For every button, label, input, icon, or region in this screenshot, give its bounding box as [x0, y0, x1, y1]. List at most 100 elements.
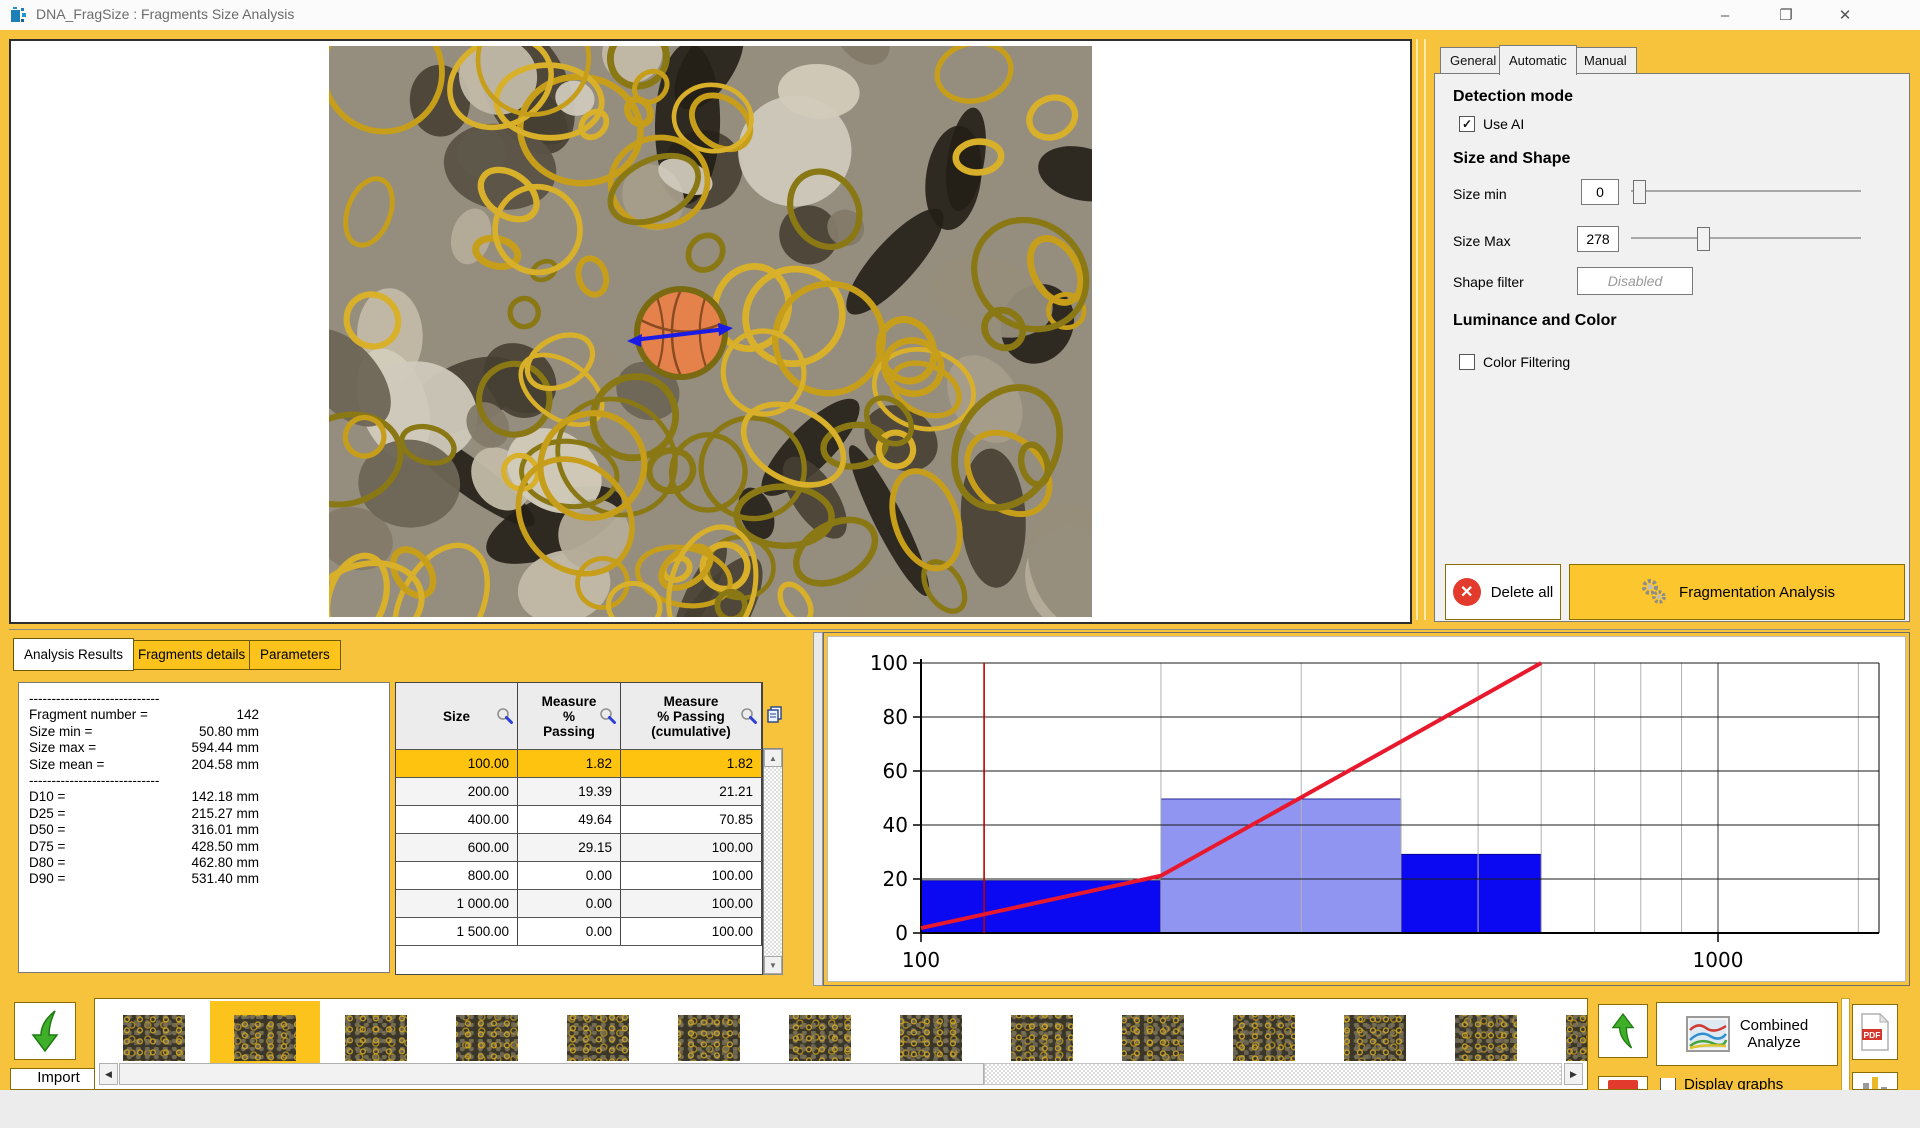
- image-thumbnail[interactable]: [1122, 1015, 1184, 1061]
- size-distribution-chart: 0204060801001001000: [827, 636, 1906, 982]
- fragments-photo[interactable]: [329, 46, 1092, 617]
- import-button[interactable]: Import: [10, 1068, 107, 1090]
- image-thumbnail[interactable]: [678, 1015, 740, 1061]
- column-header[interactable]: Measure%Passing: [518, 683, 621, 749]
- use-ai-checkbox[interactable]: ✓ Use AI: [1459, 116, 1524, 132]
- image-thumbnail[interactable]: [567, 1015, 629, 1061]
- size-min-input[interactable]: 0: [1581, 179, 1619, 205]
- divider-line: -----------------------------: [29, 773, 389, 789]
- table-row[interactable]: 1 500.000.00100.00: [396, 918, 762, 946]
- y-tick-label: 20: [883, 867, 908, 891]
- image-canvas[interactable]: [9, 39, 1412, 624]
- search-icon[interactable]: [599, 707, 617, 725]
- maximize-button[interactable]: ❐: [1763, 0, 1809, 30]
- scroll-left-icon[interactable]: ◀: [99, 1063, 118, 1085]
- image-filmstrip[interactable]: ◀ ▶: [94, 998, 1588, 1090]
- y-tick-label: 0: [895, 921, 908, 945]
- histogram-bar: [1161, 799, 1401, 933]
- scrollbar-track[interactable]: [764, 767, 782, 956]
- detection-mode-heading: Detection mode: [1453, 88, 1573, 106]
- table-cell: 100.00: [621, 862, 762, 889]
- size-max-input[interactable]: 278: [1577, 226, 1619, 252]
- slider-track: [1631, 237, 1861, 239]
- y-tick-label: 40: [883, 813, 908, 837]
- search-icon[interactable]: [740, 707, 758, 725]
- stat-line: Size max =594.44 mm: [29, 740, 389, 756]
- export-pdf-button[interactable]: PDF: [1852, 1004, 1898, 1060]
- image-thumbnail[interactable]: [1566, 1015, 1588, 1061]
- search-icon[interactable]: [496, 707, 514, 725]
- checkbox-unchecked-icon: [1660, 1078, 1676, 1090]
- scrollbar-thumb[interactable]: [119, 1063, 984, 1085]
- image-thumbnail[interactable]: [345, 1015, 407, 1061]
- y-tick-label: 100: [870, 651, 908, 675]
- tab-manual[interactable]: Manual: [1574, 47, 1637, 74]
- scrollbar-track[interactable]: [984, 1063, 1562, 1085]
- green-down-arrow-icon: [25, 1009, 65, 1053]
- export-button[interactable]: [1598, 1004, 1648, 1058]
- tab-analysis-results[interactable]: Analysis Results: [13, 638, 134, 671]
- minimize-button[interactable]: –: [1702, 0, 1748, 30]
- splitter[interactable]: [1424, 39, 1426, 620]
- tab-general[interactable]: General: [1440, 47, 1506, 74]
- table-cell: 1 500.00: [396, 918, 518, 945]
- close-icon: ✕: [1839, 6, 1852, 24]
- image-thumbnail[interactable]: [456, 1015, 518, 1061]
- import-image-button[interactable]: [14, 1002, 76, 1060]
- image-thumbnail[interactable]: [900, 1015, 962, 1061]
- tab-fragments-details[interactable]: Fragments details: [127, 640, 256, 670]
- size-min-slider[interactable]: [1631, 179, 1861, 203]
- shape-filter-input[interactable]: Disabled: [1577, 267, 1693, 295]
- table-cell: 1.82: [518, 750, 621, 777]
- delete-all-button[interactable]: ✕ Delete all: [1445, 564, 1561, 620]
- horizontal-divider: [9, 629, 1910, 630]
- copy-table-icon[interactable]: [766, 706, 783, 723]
- slider-thumb[interactable]: [1633, 180, 1646, 204]
- size-max-slider[interactable]: [1631, 226, 1861, 250]
- delete-icon: ✕: [1453, 578, 1481, 606]
- stat-line: Size min =50.80 mm: [29, 724, 389, 740]
- y-tick-label: 80: [883, 705, 908, 729]
- table-cell: 600.00: [396, 834, 518, 861]
- filmstrip-scrollbar[interactable]: ◀ ▶: [99, 1063, 1583, 1085]
- divider-line: -----------------------------: [29, 691, 389, 707]
- column-header[interactable]: Size: [396, 683, 518, 749]
- image-thumbnail[interactable]: [234, 1015, 296, 1061]
- scroll-right-icon[interactable]: ▶: [1564, 1063, 1583, 1085]
- fragmentation-analysis-button[interactable]: Fragmentation Analysis: [1569, 564, 1905, 620]
- table-scrollbar[interactable]: ▲ ▼: [763, 748, 783, 975]
- scroll-down-icon[interactable]: ▼: [764, 956, 782, 974]
- splitter[interactable]: [1416, 39, 1418, 620]
- image-thumbnail[interactable]: [1344, 1015, 1406, 1061]
- display-graphs-checkbox[interactable]: Display graphs: [1660, 1078, 1830, 1090]
- color-filtering-checkbox[interactable]: Color Filtering: [1459, 354, 1570, 370]
- close-button[interactable]: ✕: [1822, 0, 1868, 30]
- scroll-up-icon[interactable]: ▲: [764, 749, 782, 767]
- image-thumbnail[interactable]: [1455, 1015, 1517, 1061]
- table-row[interactable]: 1 000.000.00100.00: [396, 890, 762, 918]
- table-row[interactable]: 800.000.00100.00: [396, 862, 762, 890]
- slider-thumb[interactable]: [1697, 227, 1710, 251]
- rock-photo-svg: [329, 46, 1092, 617]
- tab-automatic[interactable]: Automatic: [1499, 45, 1577, 75]
- table-row[interactable]: 100.001.821.82: [396, 750, 762, 778]
- image-thumbnail[interactable]: [1011, 1015, 1073, 1061]
- combined-graphs-icon: [1686, 1016, 1730, 1052]
- column-header[interactable]: Measure% Passing(cumulative): [621, 683, 762, 749]
- stop-button[interactable]: [1598, 1076, 1648, 1090]
- maximize-icon: ❐: [1779, 6, 1792, 24]
- table-row[interactable]: 200.0019.3921.21: [396, 778, 762, 806]
- table-cell: 400.00: [396, 806, 518, 833]
- tab-parameters[interactable]: Parameters: [249, 640, 341, 670]
- passing-table[interactable]: SizeMeasure%PassingMeasure% Passing(cumu…: [395, 682, 763, 975]
- shape-filter-label: Shape filter: [1453, 274, 1524, 290]
- table-row[interactable]: 400.0049.6470.85: [396, 806, 762, 834]
- table-row[interactable]: 600.0029.15100.00: [396, 834, 762, 862]
- combined-analyze-button[interactable]: CombinedAnalyze: [1656, 1002, 1838, 1066]
- image-thumbnail[interactable]: [123, 1015, 185, 1061]
- fragmentation-analysis-label: Fragmentation Analysis: [1679, 584, 1835, 601]
- vertical-divider[interactable]: [813, 632, 823, 986]
- image-thumbnail[interactable]: [789, 1015, 851, 1061]
- image-thumbnail[interactable]: [1233, 1015, 1295, 1061]
- statistics-button[interactable]: [1852, 1072, 1898, 1090]
